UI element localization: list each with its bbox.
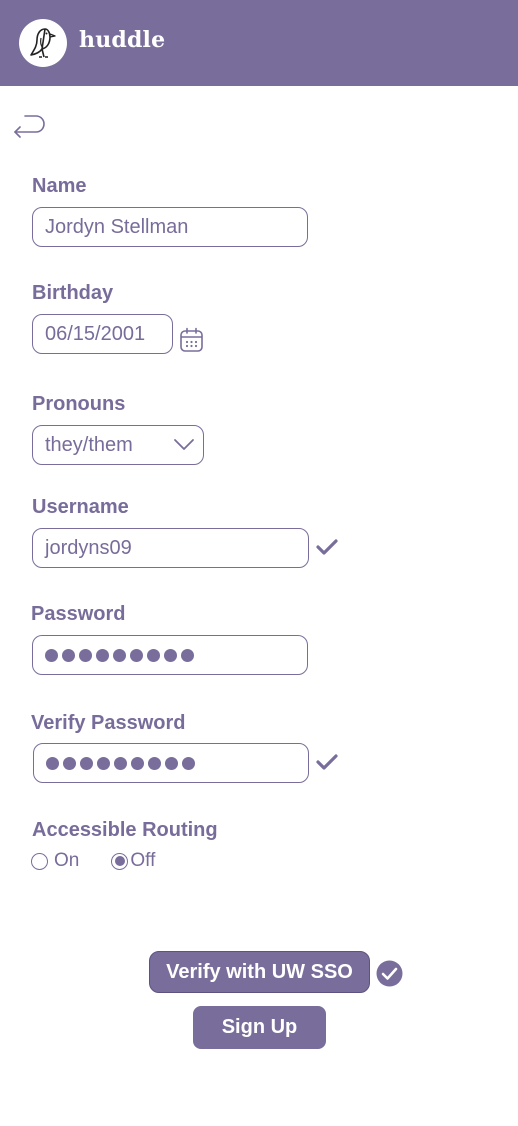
verify-sso-label: Verify with UW SSO [166, 960, 353, 983]
password-label: Password [31, 603, 126, 625]
username-check-icon [316, 539, 338, 555]
radio-off[interactable] [111, 852, 129, 870]
name-label: Name [32, 175, 87, 197]
username-label: Username [32, 496, 129, 518]
brand-name: huddle [79, 27, 166, 53]
password-input[interactable] [32, 635, 308, 675]
username-input[interactable]: jordyns09 [32, 528, 309, 568]
radio-on-label: On [54, 850, 80, 871]
app-header: huddle [0, 0, 518, 86]
verify-password-input[interactable] [33, 743, 309, 783]
birthday-input[interactable]: 06/15/2001 [32, 314, 173, 354]
back-arrow-icon [14, 115, 45, 138]
verify-password-check-icon [316, 754, 338, 770]
sign-up-label: Sign Up [221, 1016, 298, 1038]
pronouns-label: Pronouns [32, 393, 126, 415]
pronouns-select[interactable]: they/them [32, 425, 204, 465]
chevron-down-icon [174, 439, 194, 450]
name-value: Jordyn Stellman [45, 215, 189, 238]
accessible-routing-group: On Off [31, 850, 155, 872]
verify-password-label: Verify Password [31, 712, 186, 734]
accessible-routing-label: Accessible Routing [32, 819, 218, 841]
radio-off-label: Off [130, 850, 156, 871]
sign-up-button[interactable]: Sign Up [193, 1006, 326, 1049]
verify-sso-button[interactable]: Verify with UW SSO [149, 951, 370, 993]
back-button[interactable] [11, 112, 47, 140]
name-input[interactable]: Jordyn Stellman [32, 207, 308, 247]
birthday-value: 06/15/2001 [45, 322, 146, 345]
username-value: jordyns09 [45, 536, 132, 559]
penguin-icon [19, 19, 67, 67]
pronouns-value: they/them [45, 433, 133, 456]
radio-on[interactable] [31, 852, 48, 870]
sso-verified-icon [376, 960, 403, 987]
calendar-icon[interactable] [179, 327, 204, 353]
birthday-label: Birthday [32, 282, 114, 304]
verify-password-mask [46, 756, 195, 770]
password-mask [45, 648, 194, 662]
